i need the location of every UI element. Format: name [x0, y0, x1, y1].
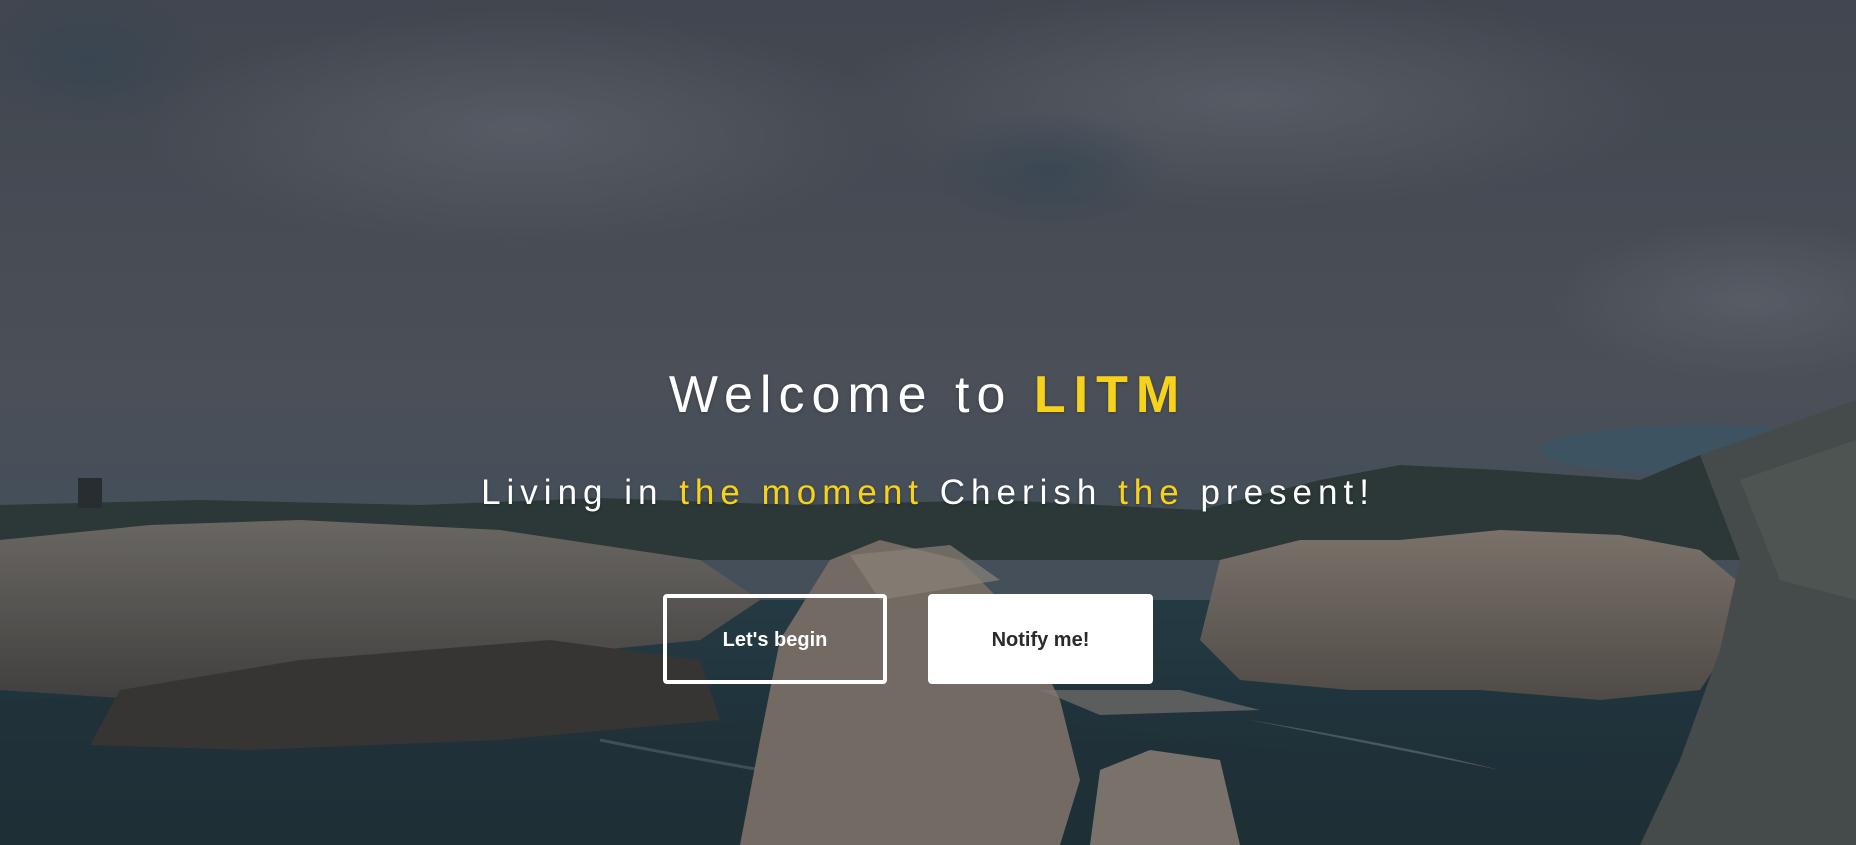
- tagline: Living in the moment Cherish the present…: [0, 470, 1856, 516]
- page-title: Welcome to LITM: [0, 362, 1856, 428]
- tagline-highlight-1: the moment: [679, 473, 925, 512]
- tagline-part-1: Living in: [481, 473, 680, 512]
- hero-content: Welcome to LITM Living in the moment Che…: [0, 0, 1856, 845]
- tagline-part-5: present!: [1184, 473, 1375, 512]
- tagline-part-3: Cherish: [924, 473, 1119, 512]
- notify-me-button[interactable]: Notify me!: [928, 594, 1153, 684]
- title-prefix: Welcome to: [668, 366, 1034, 424]
- brand-name: LITM: [1033, 366, 1188, 424]
- hero-section: Welcome to LITM Living in the moment Che…: [0, 0, 1856, 845]
- tagline-highlight-2: the: [1118, 473, 1185, 512]
- lets-begin-button[interactable]: Let's begin: [663, 594, 887, 684]
- cta-buttons: Let's begin Notify me!: [0, 594, 1856, 684]
